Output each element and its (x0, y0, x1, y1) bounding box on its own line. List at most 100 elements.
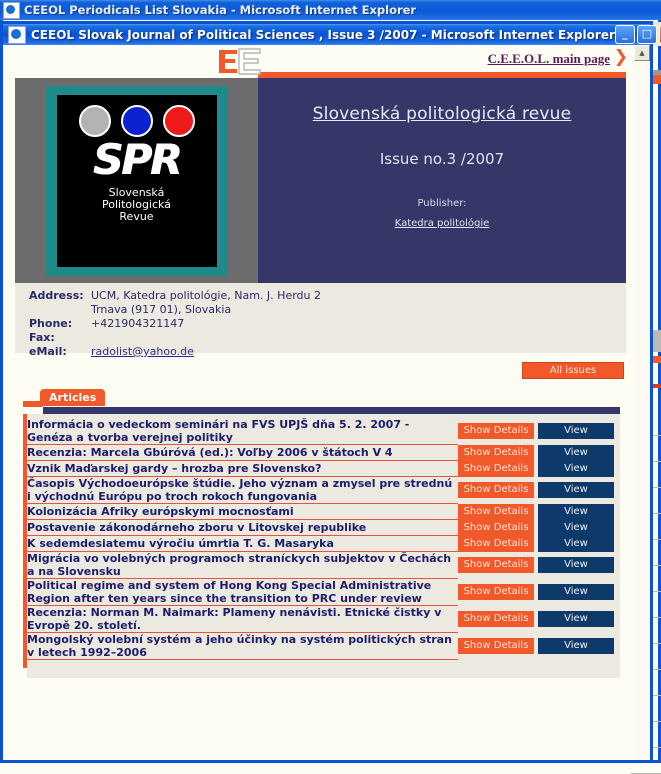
spr-subtitle-line-3: Revue (119, 209, 154, 223)
contact-value-fax (91, 331, 321, 345)
article-title[interactable]: Informácia o vedeckom seminári na FVS UP… (27, 418, 458, 445)
table-row[interactable]: K sedemdesiatemu výročiu úmrtia T. G. Ma… (27, 535, 620, 552)
all-issues-row: All issues (3, 353, 634, 389)
view-button[interactable]: View (538, 503, 614, 520)
contact-value-address-line1: UCM, Katedra politológie, Nam. J. Herdu … (91, 289, 321, 302)
show-details-button[interactable]: Show Details (458, 519, 534, 536)
ceeol-logo-icon[interactable] (215, 48, 263, 75)
ceeol-main-page-link[interactable]: C.E.E.O.L. main page (488, 51, 610, 67)
contact-label-address: Address: (29, 289, 84, 302)
publisher-label: Publisher: (417, 198, 467, 209)
show-details-button[interactable]: Show Details (458, 444, 534, 461)
show-details-button[interactable]: Show Details (458, 503, 534, 520)
tab-articles[interactable]: Articles (40, 389, 106, 406)
view-button[interactable]: View (538, 519, 614, 536)
view-button[interactable]: View (538, 423, 614, 440)
minimize-button[interactable]: _ (614, 25, 635, 44)
show-details-button[interactable]: Show Details (458, 584, 534, 600)
spr-logo-inner: SPR Slovenská Politologická Revue (56, 94, 217, 267)
browser-client-area: ▲ C.E.E.O.L. main page ❯ SPR Slovenská P… (3, 45, 650, 760)
show-details-button[interactable]: Show Details (458, 611, 534, 627)
articles-table-body: Informácia o vedeckom seminári na FVS UP… (27, 418, 620, 660)
maximize-icon: □ (641, 27, 653, 40)
spr-dot-grey-icon (78, 104, 111, 137)
tab-bar: Articles (23, 389, 620, 407)
spr-subtitle-line-2: Politologická (102, 197, 171, 211)
table-row[interactable]: Mongolský volební systém a jeho účinky n… (27, 632, 620, 660)
table-row[interactable]: Informácia o vedeckom seminári na FVS UP… (27, 418, 620, 445)
view-button[interactable]: View (538, 557, 614, 573)
maximize-button[interactable]: □ (636, 25, 657, 44)
minimize-icon: _ (622, 27, 628, 40)
article-title[interactable]: Recenzia: Marcela Gbúróvá (ed.): Voľby 2… (27, 444, 458, 461)
contact-table: Address: UCM, Katedra politológie, Nam. … (29, 289, 321, 359)
all-issues-button[interactable]: All issues (522, 362, 624, 379)
contact-block: Address: UCM, Katedra politológie, Nam. … (15, 283, 626, 358)
ie-document-icon (3, 1, 20, 19)
table-row[interactable]: Recenzia: Marcela Gbúróvá (ed.): Voľby 2… (27, 444, 620, 461)
view-button[interactable]: View (538, 535, 614, 552)
article-title[interactable]: Political regime and system of Hong Kong… (27, 578, 458, 606)
contact-label-fax: Fax: (29, 331, 55, 344)
show-details-button[interactable]: Show Details (458, 482, 534, 498)
vertical-scrollbar[interactable]: ▲ (633, 45, 650, 760)
scroll-up-arrow-icon[interactable]: ▲ (634, 45, 650, 61)
page-content: C.E.E.O.L. main page ❯ SPR Slovenská Pol… (3, 45, 634, 760)
spr-dot-blue-icon (120, 104, 153, 137)
table-row[interactable]: Political regime and system of Hong Kong… (27, 578, 620, 606)
table-row[interactable]: Vznik Maďarskej gardy – hrozba pre Slove… (27, 460, 620, 477)
view-button[interactable]: View (538, 584, 614, 600)
journal-title-link[interactable]: Slovenská politologická revue (258, 104, 626, 124)
articles-panel: Articles Informácia o vedeckom seminári … (23, 389, 620, 678)
scrollbar-trough[interactable] (634, 61, 650, 760)
article-title[interactable]: Postavenie zákonodárneho zboru v Litovsk… (27, 519, 458, 536)
background-window-titlebar[interactable]: CEEOL Periodicals List Slovakia - Micros… (0, 0, 661, 20)
article-title[interactable]: Kolonizácia Afriky európskymi mocnosťami (27, 503, 458, 520)
journal-logo-panel: SPR Slovenská Politologická Revue (15, 78, 258, 283)
articles-list-body: Informácia o vedeckom seminári na FVS UP… (23, 414, 620, 668)
article-title[interactable]: Recenzia: Norman M. Naimark: Plameny nen… (27, 605, 458, 633)
contact-row: Trnava (917 01), Slovakia (29, 303, 321, 317)
article-title[interactable]: Vznik Maďarskej gardy – hrozba pre Slove… (27, 460, 458, 477)
article-title[interactable]: K sedemdesiatemu výročiu úmrtia T. G. Ma… (27, 535, 458, 552)
chevron-right-icon: ❯ (613, 47, 628, 67)
view-button[interactable]: View (538, 444, 614, 461)
articles-table: Informácia o vedeckom seminári na FVS UP… (27, 418, 620, 660)
view-button[interactable]: View (538, 638, 614, 654)
site-header: C.E.E.O.L. main page ❯ (3, 45, 634, 79)
contact-label-phone: Phone: (29, 317, 73, 330)
view-button[interactable]: View (538, 482, 614, 498)
spr-subtitle-line-1: Slovenská (108, 185, 165, 199)
spr-acronym: SPR (92, 134, 182, 184)
background-window-title: CEEOL Periodicals List Slovakia - Micros… (24, 3, 417, 17)
show-details-button[interactable]: Show Details (458, 423, 534, 440)
contact-value-phone: +421904321147 (91, 317, 185, 330)
spr-dot-red-icon (162, 104, 195, 137)
table-row[interactable]: Časopis Východoeurópske štúdie. Jeho výz… (27, 476, 620, 504)
table-row[interactable]: Kolonizácia Afriky európskymi mocnosťami… (27, 503, 620, 520)
table-row[interactable]: Migrácia vo volebných programoch straníc… (27, 551, 620, 579)
view-button[interactable]: View (538, 611, 614, 627)
window-controls: _ □ ✕ (614, 25, 661, 44)
view-button[interactable]: View (538, 460, 614, 477)
spr-logo: SPR Slovenská Politologická Revue (45, 85, 228, 276)
table-row[interactable]: Postavenie zákonodárneho zboru v Litovsk… (27, 519, 620, 536)
article-title[interactable]: Mongolský volební systém a jeho účinky n… (27, 632, 458, 660)
publisher-link[interactable]: Katedra politológie (258, 218, 626, 229)
show-details-button[interactable]: Show Details (458, 557, 534, 573)
journal-info-panel: Slovenská politologická revue Issue no.3… (258, 78, 626, 283)
show-details-button[interactable]: Show Details (458, 535, 534, 552)
contact-label-blank (29, 303, 91, 317)
contact-row: Fax: (29, 331, 321, 345)
contact-value-address-line2: Trnava (917 01), Slovakia (91, 303, 232, 316)
article-title[interactable]: Migrácia vo volebných programoch straníc… (27, 551, 458, 579)
show-details-button[interactable]: Show Details (458, 460, 534, 477)
article-title[interactable]: Časopis Východoeurópske štúdie. Jeho výz… (27, 476, 458, 504)
ie-document-icon (8, 25, 26, 44)
show-details-button[interactable]: Show Details (458, 638, 534, 654)
panel-header-bar (43, 407, 620, 414)
window-titlebar[interactable]: CEEOL Slovak Journal of Political Scienc… (0, 21, 661, 45)
table-row[interactable]: Recenzia: Norman M. Naimark: Plameny nen… (27, 605, 620, 633)
issue-number: Issue no.3 /2007 (379, 150, 505, 168)
journal-banner: SPR Slovenská Politologická Revue Sloven… (15, 78, 626, 283)
